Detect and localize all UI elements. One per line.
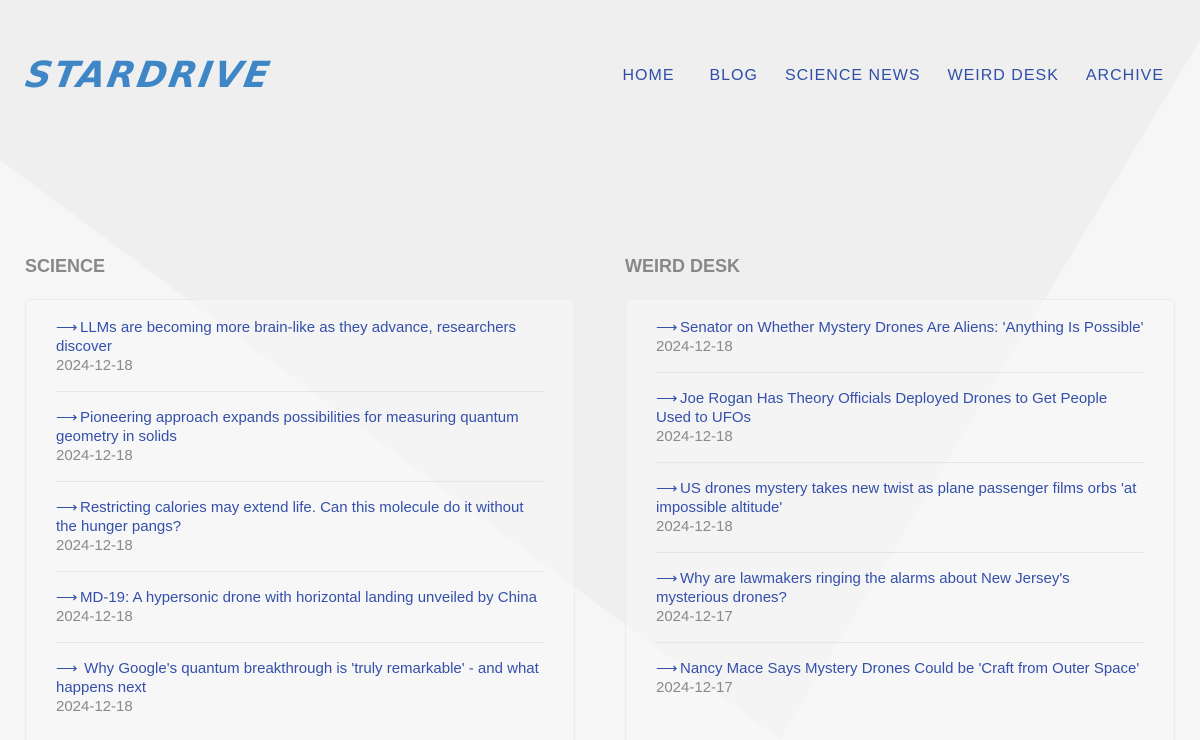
article-date: 2024-12-18 xyxy=(656,338,733,355)
right-arrow-icon: ⟶ xyxy=(56,660,78,677)
article-date: 2024-12-17 xyxy=(656,608,733,625)
right-arrow-icon: ⟶ xyxy=(656,660,678,677)
article-date: 2024-12-18 xyxy=(56,608,133,625)
article-date: 2024-12-18 xyxy=(656,518,733,535)
main-nav: HOME BLOG SCIENCE NEWS WEIRD DESK ARCHIV… xyxy=(622,64,1164,88)
article-title: Joe Rogan Has Theory Officials Deployed … xyxy=(656,390,1108,426)
right-arrow-icon: ⟶ xyxy=(656,570,678,587)
article-date: 2024-12-18 xyxy=(56,537,133,554)
science-section: SCIENCE ⟶ LLMs are becoming more brain-li… xyxy=(25,254,575,740)
right-arrow-icon: ⟶ xyxy=(656,319,678,336)
article-title: US drones mystery takes new twist as pla… xyxy=(656,480,1137,516)
article-link[interactable]: ⟶ Why are lawmakers ringing the alarms ab… xyxy=(656,569,1144,607)
site-logo[interactable]: STARDRIVE xyxy=(22,55,274,96)
article-link[interactable]: ⟶ MD-19: A hypersonic drone with horizont… xyxy=(56,588,544,607)
article-link[interactable]: ⟶ Nancy Mace Says Mystery Drones Could be… xyxy=(656,659,1144,678)
science-card: ⟶ LLMs are becoming more brain-like as th… xyxy=(25,299,575,740)
article-link[interactable]: ⟶ US drones mystery takes new twist as pl… xyxy=(656,479,1144,517)
list-item: ⟶ LLMs are becoming more brain-like as th… xyxy=(56,318,544,392)
article-title: MD-19: A hypersonic drone with horizonta… xyxy=(80,589,537,606)
article-title: Senator on Whether Mystery Drones Are Al… xyxy=(680,319,1144,336)
article-title: Pioneering approach expands possibilitie… xyxy=(56,409,519,445)
weird-desk-section: WEIRD DESK ⟶ Senator on Whether Mystery D… xyxy=(625,254,1175,740)
article-link[interactable]: ⟶ Joe Rogan Has Theory Officials Deployed… xyxy=(656,389,1144,427)
nav-home[interactable]: HOME xyxy=(622,64,674,88)
article-link[interactable]: ⟶ Why Google's quantum breakthrough is '… xyxy=(56,659,544,697)
article-title: Why Google's quantum breakthrough is 'tr… xyxy=(56,660,539,696)
nav-weird-desk[interactable]: WEIRD DESK xyxy=(948,64,1059,88)
article-title: Restricting calories may extend life. Ca… xyxy=(56,499,524,535)
list-item: ⟶ Senator on Whether Mystery Drones Are A… xyxy=(656,318,1144,373)
nav-blog[interactable]: BLOG xyxy=(709,64,757,88)
article-link[interactable]: ⟶ LLMs are becoming more brain-like as th… xyxy=(56,318,544,356)
section-title-science: SCIENCE xyxy=(25,256,106,276)
list-item: ⟶ Joe Rogan Has Theory Officials Deployed… xyxy=(656,389,1144,463)
right-arrow-icon: ⟶ xyxy=(656,390,678,407)
list-item: ⟶ Restricting calories may extend life. C… xyxy=(56,498,544,572)
right-arrow-icon: ⟶ xyxy=(656,480,678,497)
article-link[interactable]: ⟶ Pioneering approach expands possibiliti… xyxy=(56,408,544,446)
article-title: Why are lawmakers ringing the alarms abo… xyxy=(656,570,1070,606)
page: STARDRIVE HOME BLOG SCIENCE NEWS WEIRD D… xyxy=(0,0,1200,740)
article-date: 2024-12-17 xyxy=(656,679,733,696)
site-header: STARDRIVE HOME BLOG SCIENCE NEWS WEIRD D… xyxy=(0,0,1200,150)
section-title-weird-desk: WEIRD DESK xyxy=(625,256,741,276)
article-date: 2024-12-18 xyxy=(56,357,133,374)
right-arrow-icon: ⟶ xyxy=(56,409,78,426)
right-arrow-icon: ⟶ xyxy=(56,589,78,606)
article-date: 2024-12-18 xyxy=(656,428,733,445)
article-date: 2024-12-18 xyxy=(56,447,133,464)
list-item: ⟶ Pioneering approach expands possibiliti… xyxy=(56,408,544,482)
article-link[interactable]: ⟶ Senator on Whether Mystery Drones Are A… xyxy=(656,318,1144,337)
weird-desk-card: ⟶ Senator on Whether Mystery Drones Are A… xyxy=(625,299,1175,740)
list-item: ⟶ Why are lawmakers ringing the alarms ab… xyxy=(656,569,1144,643)
list-item: ⟶ MD-19: A hypersonic drone with horizont… xyxy=(56,588,544,643)
right-arrow-icon: ⟶ xyxy=(56,319,78,336)
list-item: ⟶ US drones mystery takes new twist as pl… xyxy=(656,479,1144,553)
list-item: ⟶ Why Google's quantum breakthrough is '… xyxy=(56,659,544,732)
list-item: ⟶ Nancy Mace Says Mystery Drones Could be… xyxy=(656,659,1144,713)
article-title: LLMs are becoming more brain-like as the… xyxy=(56,319,517,355)
nav-science-news[interactable]: SCIENCE NEWS xyxy=(785,64,921,88)
nav-archive[interactable]: ARCHIVE xyxy=(1086,64,1164,88)
article-link[interactable]: ⟶ Restricting calories may extend life. C… xyxy=(56,498,544,536)
article-date: 2024-12-18 xyxy=(56,698,133,715)
right-arrow-icon: ⟶ xyxy=(56,499,78,516)
article-title: Nancy Mace Says Mystery Drones Could be … xyxy=(680,660,1140,677)
